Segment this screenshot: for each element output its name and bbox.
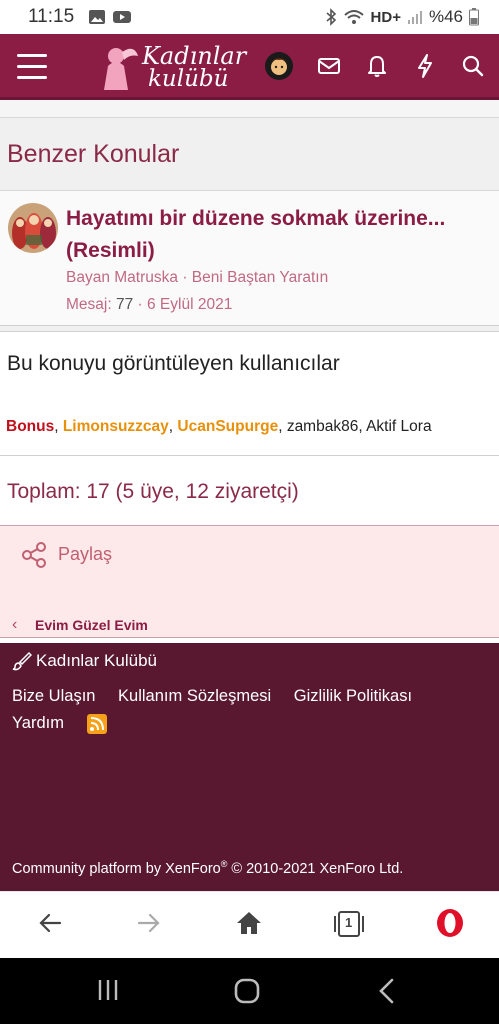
home-circle-icon bbox=[234, 978, 260, 1004]
bluetooth-icon bbox=[326, 8, 336, 26]
user-avatar[interactable] bbox=[264, 51, 294, 81]
battery-percent: %46 bbox=[428, 7, 463, 26]
footer-links: Bize Ulaşın Kullanım Sözleşmesi Gizlilik… bbox=[12, 687, 492, 741]
signal-icon bbox=[407, 11, 422, 24]
arrow-left-icon bbox=[39, 913, 62, 933]
similar-thread-item[interactable]: Hayatımı bir düzene sokmak üzerine... (R… bbox=[0, 191, 499, 326]
hamburger-icon bbox=[17, 54, 47, 57]
browser-toolbar: 1 bbox=[0, 891, 499, 958]
back-button[interactable] bbox=[37, 910, 63, 941]
footer-link-privacy[interactable]: Gizlilik Politikası bbox=[294, 687, 412, 706]
viewer-user[interactable]: UcanSupurge bbox=[177, 418, 278, 435]
thread-author[interactable]: Bayan Matruska bbox=[66, 269, 178, 286]
lightning-icon bbox=[418, 54, 432, 78]
viewers-block: Bu konuyu görüntüleyen kullanıcılar Bonu… bbox=[0, 332, 499, 456]
footer-brand-label: Kadınlar Kulübü bbox=[36, 651, 157, 670]
app-header: Kadınlar kulübü bbox=[0, 34, 499, 100]
footer-link-help[interactable]: Yardım bbox=[12, 714, 64, 733]
footer-copyright: Community platform by XenForo® © 2010-20… bbox=[12, 859, 404, 877]
share-label[interactable]: Paylaş bbox=[58, 544, 112, 565]
menu-button[interactable] bbox=[17, 54, 47, 80]
main-content: Benzer Konular Hayatımı bir düzene sokma… bbox=[0, 100, 499, 638]
messages-button[interactable] bbox=[317, 52, 345, 80]
breadcrumb: ‹ Evim Güzel Evim bbox=[0, 616, 499, 638]
footer-link-contact[interactable]: Bize Ulaşın bbox=[12, 687, 95, 706]
share-button[interactable] bbox=[20, 540, 48, 575]
recent-apps-button[interactable] bbox=[96, 978, 120, 1007]
recent-apps-icon bbox=[98, 980, 118, 1000]
tabs-button[interactable]: 1 bbox=[332, 910, 366, 943]
youtube-icon bbox=[113, 11, 132, 23]
status-time: 11:15 bbox=[28, 6, 75, 27]
viewer-user[interactable]: Limonsuzzcay bbox=[63, 418, 169, 435]
replies-count: 77 bbox=[115, 296, 134, 313]
viewers-heading: Bu konuyu görüntüleyen kullanıcılar bbox=[7, 352, 340, 375]
home-nav-button[interactable] bbox=[234, 978, 260, 1009]
thread-stats-line: Mesaj: 77 · 6 Eylül 2021 bbox=[66, 296, 233, 313]
thread-forum[interactable]: Beni Baştan Yaratın bbox=[192, 269, 328, 286]
gallery-icon bbox=[89, 10, 106, 24]
thread-title[interactable]: Hayatımı bir düzene sokmak üzerine... (R… bbox=[66, 203, 486, 267]
replies-label: Mesaj: bbox=[66, 296, 112, 313]
chevron-left-icon: ‹ bbox=[12, 616, 18, 633]
footer-link-terms[interactable]: Kullanım Sözleşmesi bbox=[118, 687, 271, 706]
whats-new-button[interactable] bbox=[413, 52, 441, 80]
viewers-list: Bonus, Limonsuzzcay, UcanSupurge, zambak… bbox=[6, 418, 432, 435]
back-nav-button[interactable] bbox=[377, 978, 397, 1009]
breadcrumb-item[interactable]: Evim Güzel Evim bbox=[35, 617, 148, 633]
search-icon bbox=[462, 55, 484, 77]
site-footer: Kadınlar Kulübü Bize Ulaşın Kullanım Söz… bbox=[0, 643, 499, 891]
forward-button[interactable] bbox=[136, 910, 162, 941]
system-nav-bar bbox=[0, 958, 499, 1024]
bell-icon bbox=[368, 56, 386, 77]
logo-text-line2: kulübü bbox=[148, 66, 229, 92]
thread-meta-line: Bayan Matruska · Beni Baştan Yaratın bbox=[66, 269, 329, 286]
network-label: HD+ bbox=[370, 8, 401, 26]
envelope-icon bbox=[318, 58, 340, 74]
paintbrush-icon bbox=[12, 651, 32, 671]
search-button[interactable] bbox=[461, 52, 489, 80]
viewer-user[interactable]: Aktif Lora bbox=[366, 418, 431, 435]
footer-brand[interactable]: Kadınlar Kulübü bbox=[12, 651, 157, 671]
opera-icon bbox=[437, 909, 463, 937]
arrow-right-icon bbox=[137, 913, 160, 933]
tab-count: 1 bbox=[345, 915, 353, 930]
wifi-icon bbox=[343, 10, 364, 24]
share-icon bbox=[22, 542, 46, 568]
viewers-total: Toplam: 17 (5 üye, 12 ziyaretçi) bbox=[0, 456, 499, 526]
home-button[interactable] bbox=[235, 910, 263, 941]
viewer-user[interactable]: zambak86 bbox=[287, 418, 359, 435]
chevron-left-icon bbox=[379, 978, 394, 1004]
alerts-button[interactable] bbox=[365, 52, 393, 80]
thread-date: 6 Eylül 2021 bbox=[147, 296, 233, 313]
home-icon bbox=[237, 912, 261, 934]
opera-menu-button[interactable] bbox=[435, 907, 465, 944]
share-block: Paylaş bbox=[0, 526, 499, 616]
rss-icon[interactable] bbox=[86, 714, 107, 734]
logo-figure-icon bbox=[104, 48, 138, 90]
status-bar: 11:15 HD+ %46 bbox=[0, 0, 499, 34]
site-logo[interactable]: Kadınlar kulübü bbox=[100, 38, 246, 94]
thread-author-avatar[interactable] bbox=[8, 203, 58, 253]
similar-threads-heading: Benzer Konular bbox=[0, 118, 499, 191]
viewer-user[interactable]: Bonus bbox=[6, 418, 54, 435]
battery-icon bbox=[469, 8, 479, 26]
